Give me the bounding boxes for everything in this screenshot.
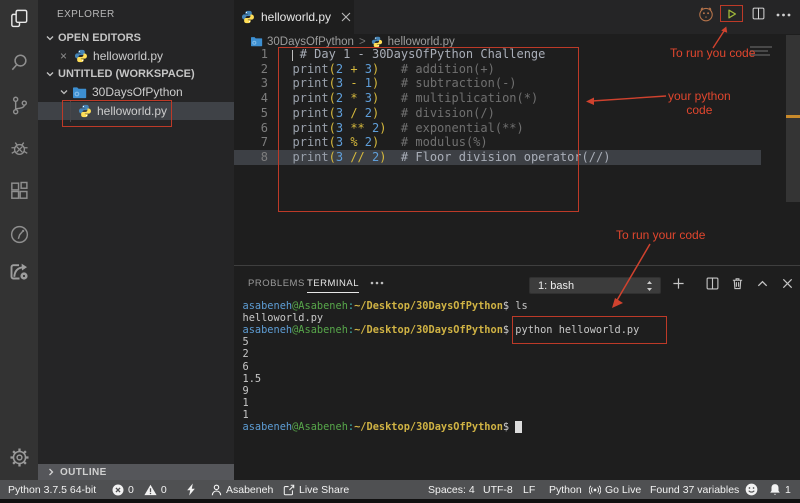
outline-section[interactable]: OUTLINE: [38, 464, 234, 480]
terminal-line: 1: [243, 409, 800, 421]
annotation-box-command: [512, 316, 667, 344]
python-file-icon: [241, 10, 255, 24]
tab-close-icon[interactable]: [341, 12, 351, 22]
chevron-up-icon[interactable]: [756, 277, 769, 290]
annotation-box-file: [62, 100, 172, 127]
status-user[interactable]: Asabeneh: [211, 480, 273, 499]
folder-name: 30DaysOfPython: [92, 85, 183, 99]
bottom-strip: [0, 499, 800, 503]
open-editors-header[interactable]: OPEN EDITORS: [38, 29, 241, 47]
chevron-down-icon: [59, 87, 69, 97]
terminal-cursor: [515, 421, 522, 433]
editor-area: helloworld.py: [234, 0, 800, 480]
chevron-down-icon: [45, 33, 55, 43]
broadcast-icon: [589, 484, 601, 496]
terminal-line: 2: [243, 348, 800, 360]
python-file-icon: [371, 36, 383, 48]
status-encoding[interactable]: UTF-8: [483, 480, 513, 499]
warning-icon: [144, 484, 157, 496]
tab-label: helloworld.py: [261, 10, 331, 24]
terminal-line: 6: [243, 361, 800, 373]
close-panel-icon[interactable]: [781, 277, 794, 290]
status-feedback[interactable]: [745, 480, 758, 499]
status-python-version[interactable]: Python 3.7.5 64-bit: [8, 480, 96, 499]
panel-more-icon[interactable]: [370, 281, 385, 285]
vscode-window: EXPLORER OPEN EDITORS × helloworld.py UN…: [0, 0, 800, 503]
status-lightning[interactable]: [186, 480, 197, 499]
error-icon: [112, 484, 124, 496]
status-go-live[interactable]: Go Live: [589, 480, 641, 499]
breadcrumb-folder[interactable]: 30DaysOfPython: [267, 36, 354, 48]
annotation-arrow-left: [584, 93, 670, 107]
outline-label: OUTLINE: [60, 467, 107, 478]
status-language[interactable]: Python: [549, 480, 582, 499]
folder-icon: [72, 86, 87, 99]
folder-item[interactable]: 30DaysOfPython: [38, 83, 255, 101]
terminal-line: 9: [243, 385, 800, 397]
chevron-right-icon: [46, 467, 56, 477]
shell-selector-value: 1: bash: [538, 280, 574, 292]
annotation-arrow-down: [604, 242, 654, 312]
extensions-icon[interactable]: [7, 179, 31, 203]
clock-icon[interactable]: [7, 222, 31, 246]
status-live-share[interactable]: Live Share: [283, 480, 349, 499]
editor-scrollbar[interactable]: [786, 35, 800, 202]
open-editor-filename: helloworld.py: [93, 49, 163, 63]
bell-icon: [769, 483, 781, 496]
status-problems[interactable]: 0 0: [112, 480, 167, 499]
split-terminal-icon[interactable]: [706, 277, 719, 290]
status-bar: Python 3.7.5 64-bit 0 0 Asabeneh Live Sh…: [0, 480, 800, 499]
tab-terminal[interactable]: TERMINAL: [307, 278, 359, 293]
new-terminal-icon[interactable]: [672, 277, 685, 290]
annotation-your-python-code: your python code: [668, 89, 731, 117]
terminal-line: asabeneh@Asabeneh:~/Desktop/30DaysOfPyth…: [243, 421, 800, 433]
person-icon: [211, 484, 222, 496]
annotation-box-code: [278, 47, 579, 212]
workspace-label: UNTITLED (WORKSPACE): [58, 68, 195, 80]
quokka-icon[interactable]: [698, 6, 714, 22]
overview-ruler-mark: [786, 115, 800, 118]
explorer-sidebar: EXPLORER OPEN EDITORS × helloworld.py UN…: [38, 0, 234, 480]
tab-problems[interactable]: PROBLEMS: [248, 278, 305, 289]
terminal-line: 1.5: [243, 373, 800, 385]
tab-helloworld[interactable]: helloworld.py: [234, 0, 354, 34]
breadcrumb-separator-icon: >: [359, 36, 366, 48]
open-editor-item[interactable]: × helloworld.py: [38, 47, 256, 65]
annotation-run-top: To run you code: [670, 46, 755, 60]
run-button[interactable]: [726, 8, 738, 20]
chevron-down-icon: [45, 69, 55, 79]
files-icon[interactable]: [7, 6, 31, 30]
debug-icon[interactable]: [7, 136, 31, 160]
status-notifications[interactable]: 1: [769, 480, 791, 499]
share-square-icon[interactable]: [7, 259, 31, 283]
status-spaces[interactable]: Spaces: 4: [428, 480, 475, 499]
close-icon[interactable]: ×: [60, 49, 67, 63]
terminal-line: asabeneh@Asabeneh:~/Desktop/30DaysOfPyth…: [243, 300, 800, 312]
share-icon: [283, 484, 295, 496]
gear-icon[interactable]: [7, 445, 31, 469]
activity-bar: [0, 0, 38, 480]
code-editor[interactable]: 1 # Day 1 - 30DaysOfPython Challenge2pri…: [234, 49, 800, 265]
search-icon[interactable]: [7, 50, 31, 74]
trash-icon[interactable]: [731, 277, 744, 290]
explorer-title: EXPLORER: [57, 9, 115, 20]
workspace-header[interactable]: UNTITLED (WORKSPACE): [38, 65, 241, 83]
smiley-icon: [745, 483, 758, 496]
open-editors-label: OPEN EDITORS: [58, 32, 141, 44]
more-actions-icon[interactable]: [776, 13, 792, 17]
python-file-icon: [74, 49, 88, 63]
lightning-icon: [186, 483, 197, 496]
split-editor-icon[interactable]: [752, 7, 765, 20]
status-eol[interactable]: LF: [523, 480, 535, 499]
folder-icon: [250, 36, 263, 47]
annotation-run-bottom: To run your code: [616, 228, 705, 242]
status-variables[interactable]: Found 37 variables: [650, 480, 739, 499]
terminal-line: 1: [243, 397, 800, 409]
breadcrumb-file[interactable]: helloworld.py: [388, 36, 455, 48]
terminal-panel: PROBLEMS TERMINAL 1: bash asabeneh@Asabe…: [234, 265, 800, 480]
source-control-icon[interactable]: [7, 93, 31, 117]
